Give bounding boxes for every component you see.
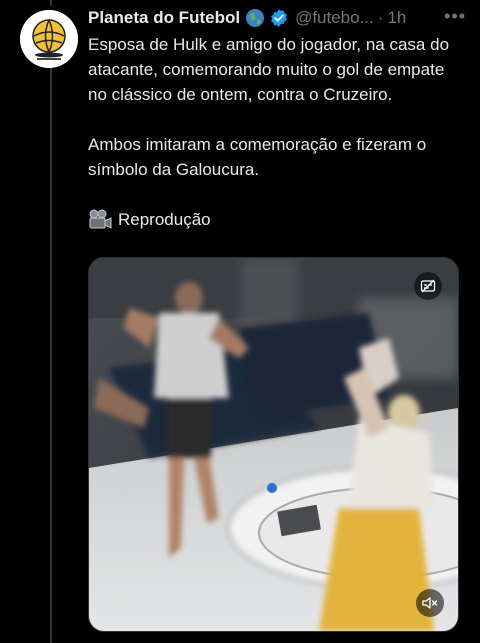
video-frame — [89, 258, 458, 631]
tweet-text: Esposa de Hulk e amigo do jogador, na ca… — [88, 32, 466, 232]
credit-label: Reprodução — [118, 210, 211, 229]
thread-line — [50, 68, 52, 643]
separator-dot: · — [377, 8, 384, 27]
film-camera-icon — [88, 209, 112, 231]
avatar[interactable] — [20, 10, 78, 68]
display-name[interactable]: Planeta do Futebol — [88, 8, 240, 28]
more-icon[interactable]: ••• — [444, 6, 466, 26]
handle[interactable]: @futebo... — [295, 8, 374, 28]
planeta-logo-icon — [20, 10, 78, 68]
captions-button[interactable] — [414, 272, 442, 300]
globe-icon — [245, 8, 265, 28]
tweet-paragraph-1: Esposa de Hulk e amigo do jogador, na ca… — [88, 35, 450, 104]
tweet-paragraph-2: Ambos imitaram a comemoração e fizeram o… — [88, 135, 427, 179]
video-player[interactable] — [88, 257, 459, 632]
timestamp[interactable]: 1h — [387, 8, 406, 28]
volume-muted-icon — [422, 597, 438, 609]
verified-badge-icon — [269, 8, 289, 28]
captions-off-icon — [420, 279, 436, 293]
thread-line-top — [50, 0, 52, 6]
mute-button[interactable] — [416, 589, 444, 617]
tweet-header: Planeta do Futebol @futebo... · 1h ••• — [88, 6, 472, 30]
tweet-credit: Reprodução — [88, 207, 466, 232]
